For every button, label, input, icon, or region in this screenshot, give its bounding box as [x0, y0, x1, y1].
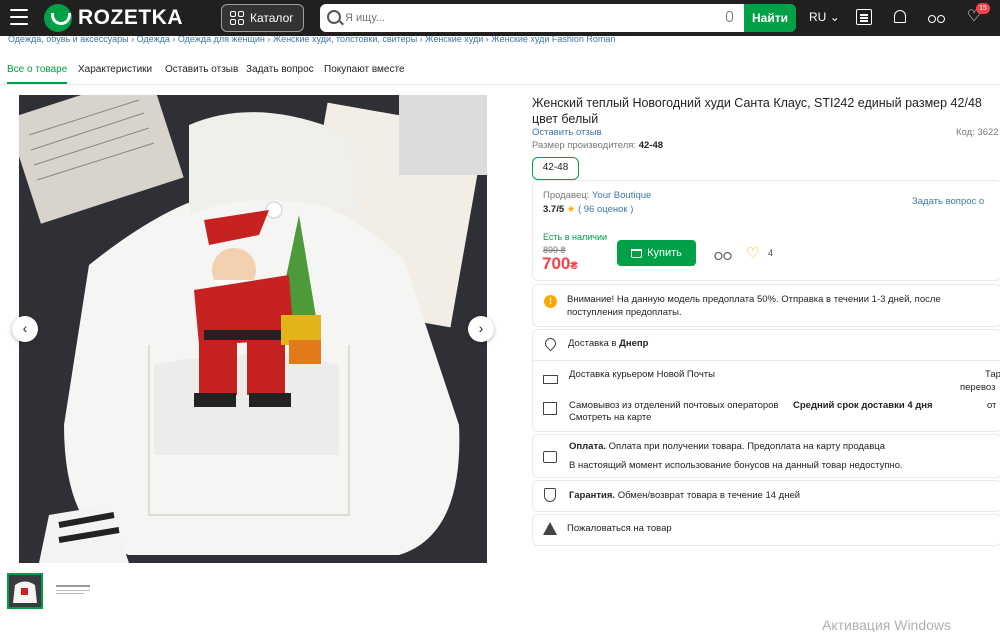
divider — [532, 360, 1000, 361]
tab-characteristics[interactable]: Характеристики — [78, 64, 152, 75]
product-code-label: Код: — [956, 127, 975, 138]
product-code: Код: 3622 — [956, 127, 999, 138]
size-option-button[interactable]: 42-48 — [532, 157, 579, 180]
thumbnail-image — [9, 575, 41, 607]
availability-status: Есть в наличии — [543, 232, 607, 242]
bell-icon[interactable] — [892, 9, 908, 25]
thumbnail-image — [56, 585, 90, 594]
wishlist-count: 4 — [768, 248, 774, 258]
prev-image-button[interactable]: ‹ — [12, 316, 38, 342]
delivery-city[interactable]: Доставка в Днепр — [568, 338, 648, 349]
delivery-city-name: Днепр — [619, 338, 649, 349]
language-label: RU — [809, 10, 827, 24]
buy-button[interactable]: Купить — [617, 240, 696, 266]
guarantee-info: Гарантия. Обмен/возврат товара в течение… — [569, 490, 800, 501]
next-image-button[interactable]: › — [468, 316, 494, 342]
compare-icon[interactable] — [928, 9, 945, 25]
cart-icon — [631, 248, 643, 258]
thumbnail-2[interactable] — [56, 573, 92, 609]
page: ROZETKA Каталог Найти RU ⌄ ♡ 15 Одежда, … — [0, 0, 1000, 632]
seller-label: Продавец: — [543, 190, 590, 201]
seller-info: Продавец: Your Boutique — [543, 190, 651, 201]
manufacturer-size: Размер производителя: 42-48 — [532, 140, 663, 151]
tab-all-about[interactable]: Все о товаре — [7, 64, 68, 84]
menu-icon[interactable] — [10, 9, 28, 25]
shield-icon — [544, 488, 556, 502]
wishlist-heart-icon[interactable]: ♡ — [746, 244, 759, 262]
tab-ask-question[interactable]: Задать вопрос — [246, 64, 314, 75]
catalog-label: Каталог — [250, 11, 294, 25]
manufacturer-size-value: 42-48 — [638, 140, 664, 151]
pickup-label: Самовывоз из отделений почтовых оператор… — [569, 400, 779, 411]
header: ROZETKA Каталог Найти RU ⌄ ♡ 15 — [0, 0, 1000, 36]
microphone-icon[interactable] — [726, 11, 733, 22]
reviews-count[interactable]: ( 96 оценок ) — [578, 204, 633, 215]
hoodie-illustration — [19, 95, 487, 563]
tab-leave-review[interactable]: Оставить отзыв — [165, 64, 238, 75]
language-select[interactable]: RU ⌄ — [809, 10, 840, 24]
star-icon: ★ — [566, 204, 576, 215]
courier-delivery-label: Доставка курьером Новой Почты — [569, 369, 715, 380]
pickup-time: Средний срок доставки 4 дня — [793, 400, 933, 411]
ask-seller-link[interactable]: Задать вопрос о — [912, 196, 984, 207]
search-input[interactable] — [345, 4, 715, 32]
search-bar: Найти — [320, 4, 796, 32]
pickup-price: от — [987, 400, 997, 411]
grid-icon — [230, 11, 244, 25]
currency-sign: ₴ — [570, 260, 578, 272]
product-title: Женский теплый Новогодний худи Санта Кла… — [532, 96, 982, 126]
warning-icon — [543, 522, 557, 535]
logo[interactable]: ROZETKA — [44, 4, 183, 32]
chevron-down-icon: ⌄ — [829, 10, 840, 24]
guarantee-text: Обмен/возврат товара в течение 14 дней — [617, 490, 801, 501]
search-icon — [327, 10, 341, 24]
catalog-button[interactable]: Каталог — [221, 4, 304, 32]
product-tabs: Все о товаре Характеристики Оставить отз… — [0, 56, 1000, 85]
truck-icon — [543, 375, 558, 384]
guarantee-label: Гарантия. — [569, 490, 616, 501]
delivery-city-prefix: Доставка в — [568, 338, 617, 349]
wallet-icon — [543, 451, 557, 463]
courier-tariff-1: Тар — [985, 369, 1000, 380]
tab-bought-together[interactable]: Покупают вместе — [324, 64, 405, 75]
current-price: 700₴ — [542, 254, 578, 274]
store-icon — [543, 402, 557, 415]
favorites-badge: 15 — [976, 3, 990, 14]
windows-activation-watermark: Активация Windows — [822, 617, 952, 632]
seller-link[interactable]: Your Boutique — [592, 190, 651, 201]
buy-label: Купить — [647, 247, 682, 259]
bonus-note: В настоящий момент использование бонусов… — [569, 460, 903, 471]
thumbnail-1[interactable] — [7, 573, 43, 609]
notice-text: Внимание! На данную модель предоплата 50… — [567, 294, 941, 318]
orders-icon[interactable] — [856, 9, 872, 25]
rating-row[interactable]: 3.7/5 ★ ( 96 оценок ) — [543, 204, 633, 215]
view-map-link[interactable]: Смотреть на карте — [569, 412, 651, 423]
product-code-value: 3622 — [977, 127, 999, 138]
compare-glyph — [714, 251, 732, 261]
manufacturer-size-label: Размер производителя: — [532, 140, 637, 151]
payment-text: Оплата при получении товара. Предоплата … — [608, 441, 885, 452]
leave-review-link[interactable]: Оставить отзыв — [532, 127, 602, 138]
compare-icon[interactable] — [714, 248, 732, 261]
search-button[interactable]: Найти — [744, 4, 796, 32]
info-icon: ! — [544, 295, 557, 308]
logo-text: ROZETKA — [78, 6, 183, 29]
product-image[interactable] — [19, 95, 487, 563]
courier-tariff-2: перевоз — [960, 382, 996, 393]
rating-value: 3.7/5 — [543, 204, 565, 215]
breadcrumb[interactable]: Одежда, обувь и аксессуары › Одежда › Од… — [0, 36, 1000, 46]
logo-icon — [44, 4, 72, 32]
payment-info: Оплата. Оплата при получении товара. Пре… — [569, 441, 885, 452]
current-price-value: 700 — [542, 254, 571, 273]
payment-label: Оплата. — [569, 441, 607, 452]
complain-link[interactable]: Пожаловаться на товар — [567, 523, 672, 534]
